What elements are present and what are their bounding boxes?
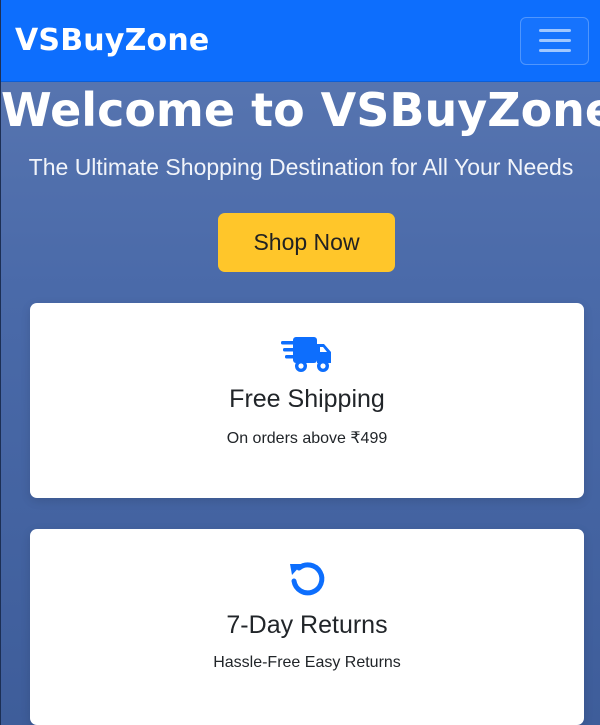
navbar: VSBuyZone <box>1 0 600 82</box>
rotate-left-icon <box>290 562 325 596</box>
feature-title: 7-Day Returns <box>226 611 388 639</box>
feature-text: Hassle-Free Easy Returns <box>213 654 401 671</box>
brand-logo-link[interactable]: VSBuyZone <box>15 23 209 58</box>
shop-now-button[interactable]: Shop Now <box>218 213 395 272</box>
feature-title: Free Shipping <box>229 385 385 413</box>
hero-title: Welcome to VSBuyZone <box>1 83 600 137</box>
hero-subtitle: The Ultimate Shopping Destination for Al… <box>28 154 574 180</box>
hamburger-icon-bar <box>538 29 571 32</box>
feature-text: On orders above ₹499 <box>226 430 388 447</box>
page: VSBuyZone Welcome to VSBuyZone The Ultim… <box>0 0 600 725</box>
hamburger-icon-bar <box>538 49 571 52</box>
menu-toggle-button[interactable] <box>520 16 589 65</box>
feature-card-returns: 7-Day Returns Hassle-Free Easy Returns <box>30 529 584 725</box>
truck-fast-icon <box>281 337 331 372</box>
hamburger-icon-bar <box>538 39 571 42</box>
feature-card-free-shipping: Free Shipping On orders above ₹499 <box>30 303 584 498</box>
